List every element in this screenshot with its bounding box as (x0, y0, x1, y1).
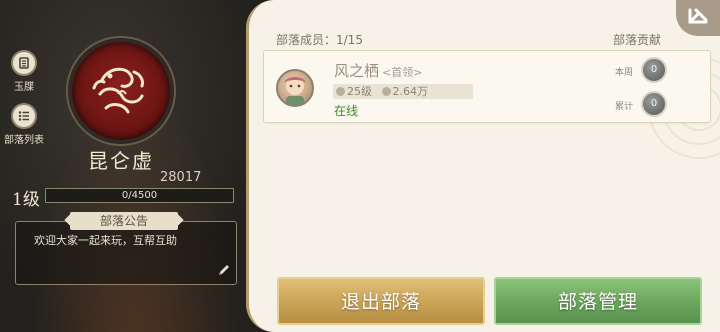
back-arrow-icon (688, 8, 708, 24)
notice-box (15, 221, 237, 285)
exit-tribe-button[interactable]: 退出部落 (277, 277, 485, 325)
sidebar-item-label: 玉牒 (14, 82, 34, 93)
member-level: 25级 (347, 85, 372, 98)
sidebar-item-label: 部落列表 (4, 135, 44, 146)
weekly-contribution-label: 本周 (615, 68, 634, 78)
power-icon (381, 87, 391, 96)
member-status: 在线 (334, 104, 359, 118)
sidebar-item-jade-register[interactable]: 玉牒 (4, 50, 44, 93)
back-button[interactable] (676, 0, 720, 36)
edit-notice-button[interactable] (216, 262, 232, 278)
members-count-label: 部落成员：1/15 (276, 33, 363, 47)
character-portrait-icon (284, 77, 306, 105)
level-icon (336, 87, 345, 96)
member-power: 2.64万 (392, 85, 429, 98)
avatar[interactable] (276, 69, 314, 107)
tribe-xp-bar: 0/4500 (45, 188, 234, 203)
tribe-xp-text: 0/4500 (121, 190, 158, 201)
manage-tribe-button[interactable]: 部落管理 (494, 277, 702, 325)
sidebar-item-tribe-list[interactable]: 部落列表 (4, 103, 44, 146)
member-name: 风之栖 (334, 62, 380, 80)
list-icon (11, 103, 37, 129)
total-contribution-label: 累计 (615, 102, 634, 112)
notice-text: 欢迎大家一起来玩，互帮互助 (34, 234, 177, 247)
member-role: <首领> (382, 66, 423, 79)
tribe-emblem (68, 38, 174, 144)
notice-title: 部落公告 (70, 212, 178, 230)
scroll-icon (11, 50, 37, 76)
total-contribution-value: 0 (641, 91, 667, 117)
tiger-emblem-icon (92, 67, 144, 114)
weekly-contribution-value: 0 (641, 57, 667, 83)
tribe-level: 1级 (12, 190, 40, 210)
contribution-header-label: 部落贡献 (613, 33, 662, 47)
tribe-score: 28017 (160, 170, 202, 185)
pencil-icon (219, 265, 229, 275)
member-stats: 25级 2.64万 (333, 84, 473, 99)
